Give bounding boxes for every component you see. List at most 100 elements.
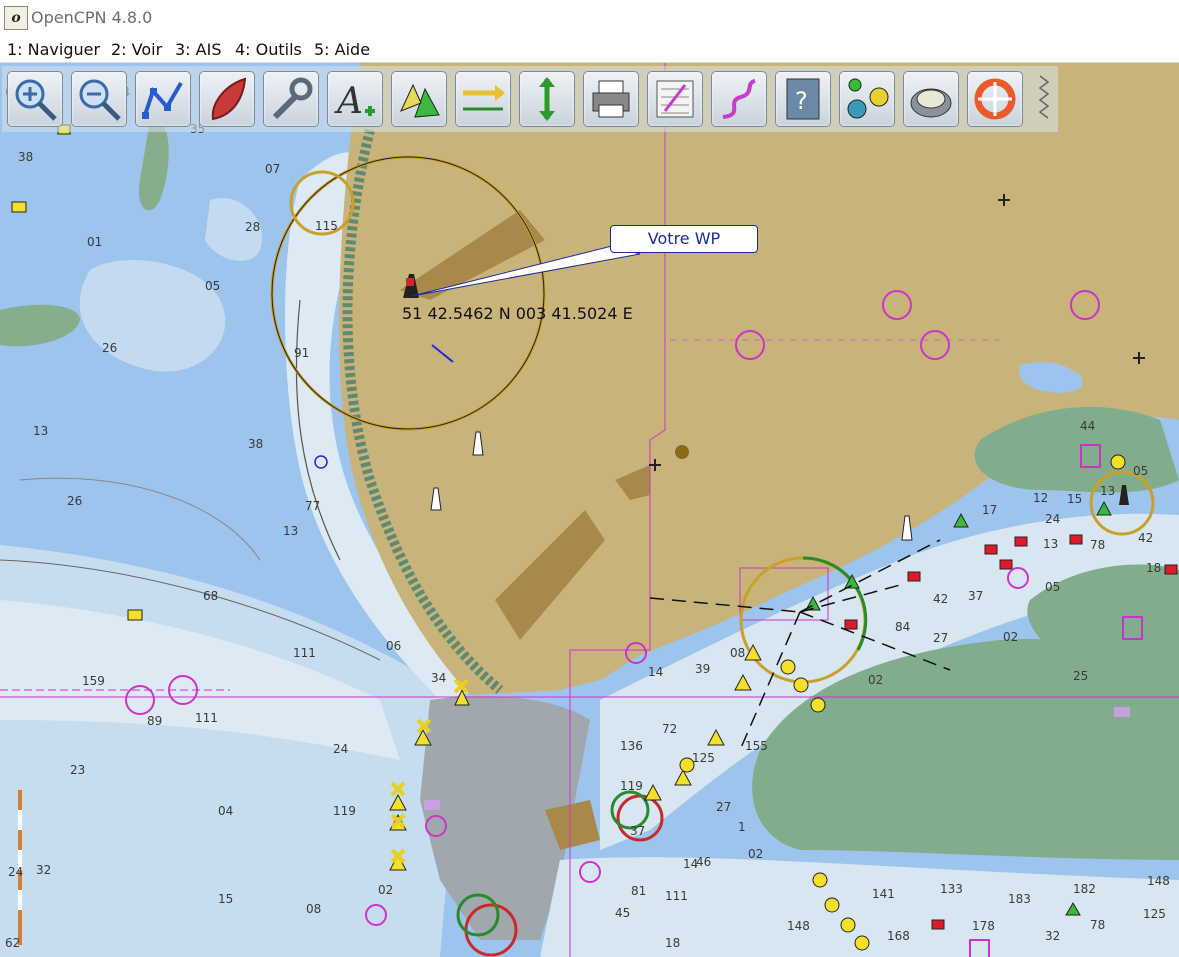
svg-text:26: 26 [67, 494, 82, 508]
tide-icon [539, 77, 555, 121]
zoom-in-icon [15, 79, 57, 121]
menu-aide[interactable]: 5: Aide [314, 40, 370, 59]
menu-voir[interactable]: 2: Voir [111, 40, 162, 59]
svg-text:38: 38 [18, 150, 33, 164]
svg-text:?: ? [795, 87, 808, 115]
svg-text:115: 115 [315, 219, 338, 233]
toolbar-grip-icon[interactable] [1038, 74, 1050, 124]
text-button[interactable]: A [327, 71, 383, 127]
svg-text:24: 24 [333, 742, 348, 756]
svg-text:68: 68 [203, 589, 218, 603]
svg-text:07: 07 [265, 162, 280, 176]
track-button[interactable] [711, 71, 767, 127]
nautical-chart-canvas[interactable]: 04 35 38 07 01 28 05 26 13 38 26 77 13 6… [0, 63, 1179, 957]
svg-text:27: 27 [933, 631, 948, 645]
svg-text:02: 02 [748, 847, 763, 861]
current-button[interactable] [455, 71, 511, 127]
svg-text:38: 38 [248, 437, 263, 451]
zoom-out-icon [79, 79, 121, 121]
settings-button[interactable] [263, 71, 319, 127]
svg-text:15: 15 [1067, 492, 1082, 506]
track-icon [722, 79, 756, 119]
svg-text:84: 84 [895, 620, 910, 634]
text-a-icon: A [334, 81, 375, 122]
svg-text:46: 46 [696, 855, 711, 869]
menu-naviguer[interactable]: 1: Naviguer [7, 40, 100, 59]
svg-text:04: 04 [218, 804, 233, 818]
svg-text:32: 32 [36, 863, 51, 877]
menu-outils[interactable]: 4: Outils [235, 40, 302, 59]
svg-text:125: 125 [692, 751, 715, 765]
ais-button[interactable] [391, 71, 447, 127]
svg-text:02: 02 [868, 673, 883, 687]
svg-text:133: 133 [940, 882, 963, 896]
svg-text:18: 18 [665, 936, 680, 950]
svg-text:111: 111 [195, 711, 218, 725]
waypoint-coordinates: 51 42.5462 N 003 41.5024 E [402, 304, 633, 323]
svg-text:17: 17 [982, 503, 997, 517]
svg-text:168: 168 [887, 929, 910, 943]
svg-text:14: 14 [648, 665, 663, 679]
svg-text:13: 13 [33, 424, 48, 438]
svg-text:05: 05 [1133, 464, 1148, 478]
boat-icon [211, 77, 247, 121]
ais-targets-icon [400, 83, 440, 118]
dashboard-button[interactable] [903, 71, 959, 127]
svg-text:91: 91 [294, 346, 309, 360]
print-button[interactable] [583, 71, 639, 127]
mob-button[interactable] [967, 71, 1023, 127]
svg-text:1: 1 [738, 820, 746, 834]
menu-bar: 1: Naviguer 2: Voir 3: AIS 4: Outils 5: … [0, 36, 1179, 63]
svg-text:78: 78 [1090, 538, 1105, 552]
printer-icon [592, 80, 630, 118]
svg-text:125: 125 [1143, 907, 1166, 921]
svg-text:02: 02 [378, 883, 393, 897]
zoom-in-button[interactable] [7, 71, 63, 127]
svg-text:34: 34 [431, 671, 446, 685]
svg-text:06: 06 [386, 639, 401, 653]
svg-text:44: 44 [1080, 419, 1095, 433]
menu-ais[interactable]: 3: AIS [175, 40, 221, 59]
svg-text:A: A [334, 81, 363, 122]
svg-text:45: 45 [615, 906, 630, 920]
route-button[interactable] [135, 71, 191, 127]
svg-text:18: 18 [1146, 561, 1161, 575]
svg-text:27: 27 [716, 800, 731, 814]
waypoint-callout[interactable]: Votre WP [610, 225, 758, 253]
title-bar: o OpenCPN 4.8.0 [0, 0, 1179, 34]
svg-text:141: 141 [872, 887, 895, 901]
current-icon [463, 85, 505, 111]
svg-text:25: 25 [1073, 669, 1088, 683]
main-toolbar: A ? [2, 66, 1058, 132]
svg-text:62: 62 [5, 936, 20, 950]
svg-text:136: 136 [620, 739, 643, 753]
svg-text:155: 155 [745, 739, 768, 753]
svg-text:02: 02 [1003, 630, 1018, 644]
svg-text:13: 13 [283, 524, 298, 538]
svg-text:159: 159 [82, 674, 105, 688]
zoom-out-button[interactable] [71, 71, 127, 127]
svg-text:37: 37 [968, 589, 983, 603]
svg-text:05: 05 [1045, 580, 1060, 594]
route-manager-button[interactable] [647, 71, 703, 127]
svg-text:183: 183 [1008, 892, 1031, 906]
svg-text:78: 78 [1090, 918, 1105, 932]
svg-text:148: 148 [787, 919, 810, 933]
svg-text:28: 28 [245, 220, 260, 234]
tide-button[interactable] [519, 71, 575, 127]
svg-text:26: 26 [102, 341, 117, 355]
plugin-button[interactable] [839, 71, 895, 127]
svg-text:39: 39 [695, 662, 710, 676]
help-button[interactable]: ? [775, 71, 831, 127]
svg-text:15: 15 [218, 892, 233, 906]
svg-text:37: 37 [630, 824, 645, 838]
svg-text:178: 178 [972, 919, 995, 933]
svg-text:111: 111 [293, 646, 316, 660]
dashboard-icon [910, 88, 952, 118]
wrench-icon [272, 77, 313, 120]
window-title: OpenCPN 4.8.0 [31, 8, 153, 27]
auto-follow-button[interactable] [199, 71, 255, 127]
svg-text:89: 89 [147, 714, 162, 728]
svg-text:72: 72 [662, 722, 677, 736]
svg-text:42: 42 [1138, 531, 1153, 545]
